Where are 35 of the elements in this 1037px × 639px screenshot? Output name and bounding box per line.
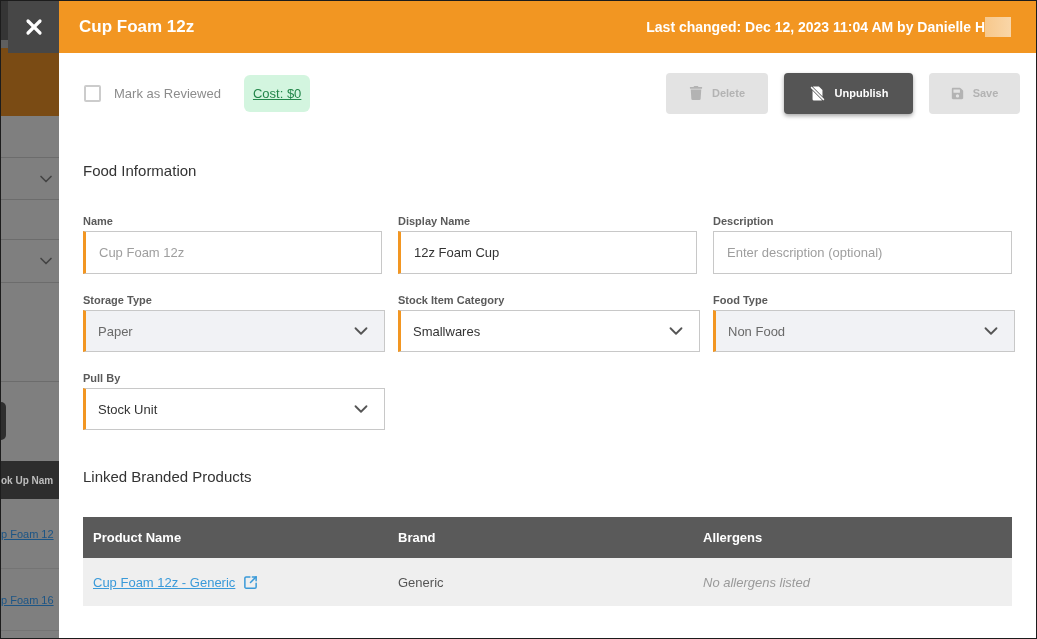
blurred-block [985,17,1011,37]
field-label: Pull By [83,372,121,384]
field-label: Name [83,215,113,227]
field-label: Display Name [398,215,471,227]
column-header: Product Name [83,517,388,558]
dropdown-field[interactable]: Smallwares [398,310,700,352]
drawer-title: Cup Foam 12z [79,17,195,37]
table-cell: No allergens listed [693,558,1012,606]
header-band [1,48,59,116]
close-button[interactable] [8,1,59,53]
crossed-document-icon [808,84,826,102]
field-label: Stock Item Category [398,294,505,306]
button-edge [1,402,6,440]
text-input[interactable]: 12z Foam Cup [398,231,697,274]
save-icon [950,86,964,100]
text-input[interactable]: Cup Foam 12z [83,231,382,274]
cost-link[interactable]: Cost: $0 [243,74,311,112]
last-changed-text: Last changed: Dec 12, 2023 11:04 AM by Danielle H [646,19,985,35]
section-heading: Food Information [83,161,197,181]
section-heading: Linked Branded Products [83,467,252,487]
checkbox[interactable] [84,84,101,102]
field-label: Description [713,215,774,227]
column-header: ok Up Nam [1,474,54,486]
checkbox-label: Mark as Reviewed [114,85,221,101]
column-header: Brand [388,517,693,558]
dropdown-field[interactable]: Stock Unit [83,388,385,430]
external-link-icon[interactable] [243,574,259,590]
unpublish-button[interactable]: Unpublish [784,72,913,114]
field-label: Food Type [713,294,768,306]
column-header: Allergens [693,517,1012,558]
table-cell: Generic [388,558,693,606]
trash-icon [689,86,703,100]
field-label: Storage Type [83,294,152,306]
text-input[interactable]: Enter description (optional) [713,231,1012,274]
product-link[interactable]: Cup Foam 12z - Generic [93,574,236,590]
